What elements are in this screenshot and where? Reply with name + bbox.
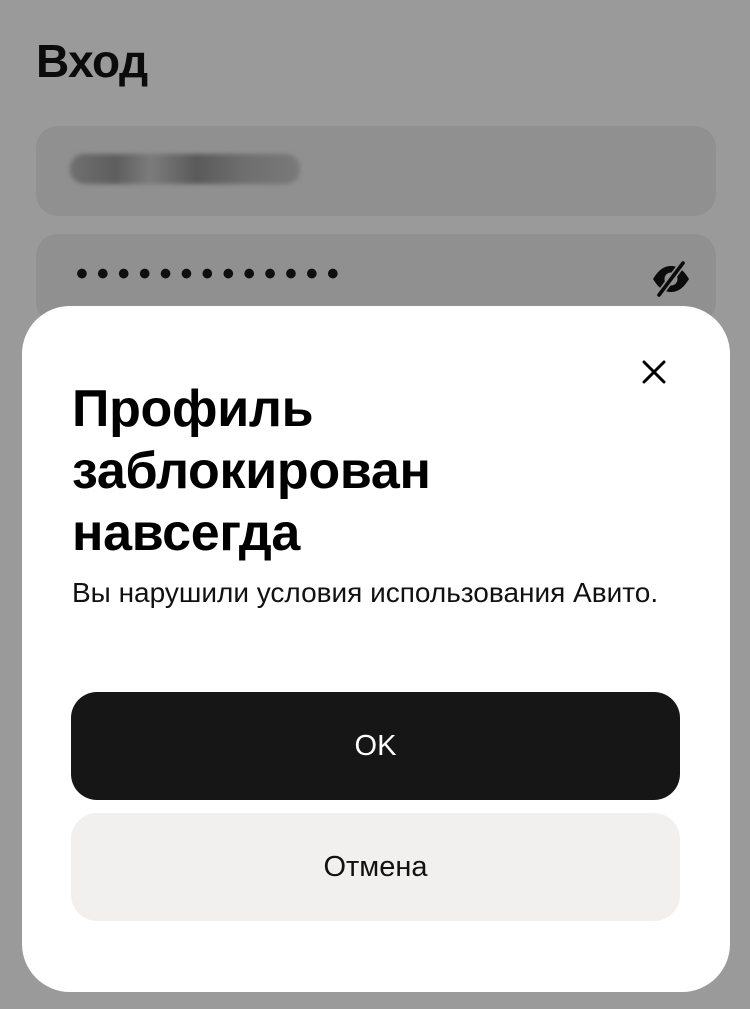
ok-button[interactable]: OK <box>71 692 680 800</box>
close-icon[interactable] <box>634 352 674 392</box>
cancel-button[interactable]: Отмена <box>71 813 680 921</box>
blocked-profile-dialog: Профиль заблокирован навсегда Вы нарушил… <box>22 306 730 992</box>
page-title: Вход <box>36 35 148 87</box>
dialog-title: Профиль заблокирован навсегда <box>72 380 431 562</box>
username-field[interactable] <box>36 126 716 216</box>
username-value-redacted <box>70 154 300 184</box>
eye-off-icon[interactable] <box>648 256 694 302</box>
dialog-message: Вы нарушили условия использования Авито. <box>72 577 659 608</box>
password-masked-value: ••••••••••••• <box>76 255 348 293</box>
